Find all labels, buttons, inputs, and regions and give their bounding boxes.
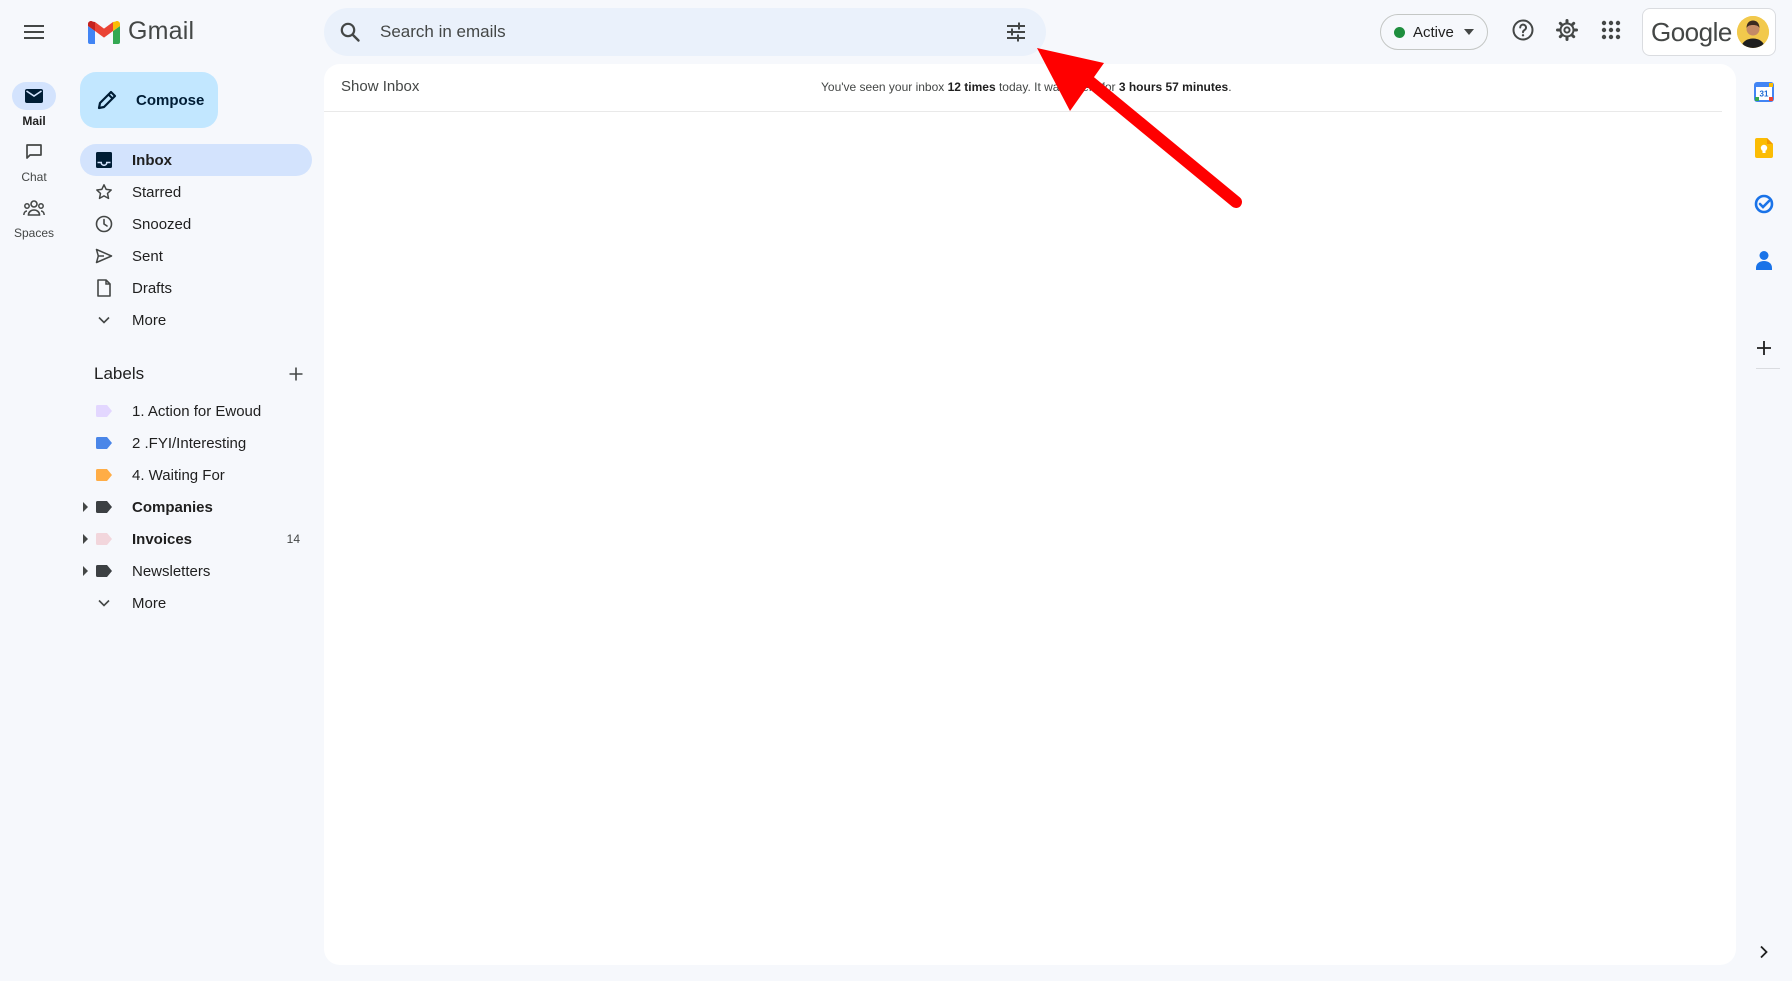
chevron-right-icon[interactable] xyxy=(1748,936,1780,968)
label-item-waiting-for[interactable]: 4. Waiting For xyxy=(80,459,312,491)
label-item-fyi-interesting[interactable]: 2 .FYI/Interesting xyxy=(80,427,312,459)
label-item-newsletters[interactable]: Newsletters xyxy=(80,555,312,587)
chevron-down-icon xyxy=(94,593,114,613)
show-inbox-link[interactable]: Show Inbox xyxy=(341,78,419,95)
labels-more[interactable]: More xyxy=(80,587,312,619)
contacts-icon[interactable] xyxy=(1748,244,1780,276)
chat-icon xyxy=(12,138,56,166)
caret-down-icon xyxy=(1463,29,1474,35)
nav-label: More xyxy=(132,311,167,329)
rail-label-spaces: Spaces xyxy=(13,226,55,240)
nav-label: Sent xyxy=(132,247,163,265)
status-label: Active xyxy=(1413,23,1454,41)
add-label-plus-icon[interactable] xyxy=(288,366,304,382)
status-dot-icon xyxy=(1394,26,1405,38)
rail-item-spaces[interactable]: Spaces xyxy=(0,194,68,250)
label-item-action-for-ewoud[interactable]: 1. Action for Ewoud xyxy=(80,395,312,427)
label-name: Newsletters xyxy=(132,562,211,580)
hamburger-menu-icon[interactable] xyxy=(14,12,54,52)
label-name: Invoices xyxy=(132,530,193,548)
label-name: 4. Waiting For xyxy=(132,466,225,484)
nav-item-snoozed[interactable]: Snoozed xyxy=(80,208,312,240)
nav-label: Snoozed xyxy=(132,215,192,233)
search-icon[interactable] xyxy=(338,20,362,44)
rail-item-chat[interactable]: Chat xyxy=(0,138,68,194)
label-name: Companies xyxy=(132,498,213,516)
labels-title: Labels xyxy=(94,364,145,383)
rail-label-chat: Chat xyxy=(21,170,47,184)
nav-item-more[interactable]: More xyxy=(80,304,312,336)
search-bar[interactable] xyxy=(324,8,1046,56)
calendar-icon[interactable]: 31 xyxy=(1748,76,1780,108)
labels-list: 1. Action for Ewoud 2 .FYI/Interesting 4… xyxy=(80,395,312,619)
nav-item-drafts[interactable]: Drafts xyxy=(80,272,312,304)
compose-label: Compose xyxy=(136,91,205,109)
top-bar: Gmail Active Google xyxy=(0,0,1792,64)
gmail-m-icon xyxy=(88,20,120,44)
banner-prefix: You've seen your inbox xyxy=(821,80,948,94)
search-input[interactable] xyxy=(380,8,960,56)
app-name: Gmail xyxy=(128,17,195,45)
main-panel: Show Inbox You've seen your inbox 12 tim… xyxy=(324,64,1736,965)
spaces-icon xyxy=(12,194,56,222)
banner-hidden: s ope xyxy=(1059,80,1089,94)
keep-icon[interactable] xyxy=(1748,132,1780,164)
chevron-down-icon xyxy=(94,310,114,330)
expand-arrow-icon[interactable] xyxy=(83,534,88,544)
compose-button[interactable]: Compose xyxy=(80,72,218,128)
banner-duration: 3 hours 57 minutes xyxy=(1118,80,1229,94)
rail-item-mail[interactable]: Mail xyxy=(0,82,68,138)
rail-label-mail: Mail xyxy=(22,114,46,128)
label-tag-icon xyxy=(94,465,114,485)
banner-times: 12 times xyxy=(947,80,996,94)
banner-middle: today. It wa xyxy=(995,80,1060,94)
banner-suffix: . xyxy=(1228,80,1232,94)
label-tag-icon xyxy=(94,561,114,581)
nav-item-starred[interactable]: Starred xyxy=(80,176,312,208)
inbox-toolbar: Show Inbox You've seen your inbox 12 tim… xyxy=(324,64,1722,112)
nav-label: Inbox xyxy=(132,151,172,169)
mail-icon xyxy=(12,82,56,110)
gmail-logo[interactable]: Gmail xyxy=(88,17,194,46)
help-icon[interactable] xyxy=(1509,16,1537,44)
label-tag-icon xyxy=(94,401,114,421)
avatar[interactable] xyxy=(1737,16,1769,48)
label-tag-icon xyxy=(94,529,114,549)
labels-header: Labels xyxy=(94,362,304,386)
label-tag-icon xyxy=(94,433,114,453)
google-wordmark: Google xyxy=(1651,16,1732,47)
search-options-icon[interactable] xyxy=(1004,20,1028,44)
mail-nav: Inbox Starred Snoozed Sent Drafts More xyxy=(80,144,312,336)
label-item-companies[interactable]: Companies xyxy=(80,491,312,523)
nav-label: Starred xyxy=(132,183,182,201)
add-addon-plus-icon[interactable] xyxy=(1748,332,1780,364)
inbox-icon xyxy=(94,150,114,170)
nav-item-sent[interactable]: Sent xyxy=(80,240,312,272)
labels-more-label: More xyxy=(132,594,167,612)
clock-icon xyxy=(94,214,114,234)
google-account-button[interactable]: Google xyxy=(1642,8,1776,56)
label-item-invoices[interactable]: Invoices 14 xyxy=(80,523,312,555)
tasks-icon[interactable] xyxy=(1748,188,1780,220)
draft-icon xyxy=(94,278,114,298)
status-selector[interactable]: Active xyxy=(1380,14,1488,50)
star-icon xyxy=(94,182,114,202)
nav-label: Drafts xyxy=(132,279,173,297)
side-panel-divider xyxy=(1756,368,1780,369)
expand-arrow-icon[interactable] xyxy=(83,502,88,512)
expand-arrow-icon[interactable] xyxy=(83,566,88,576)
inbox-usage-banner: You've seen your inbox 12 times today. I… xyxy=(821,80,1232,94)
banner-after: le for xyxy=(1088,80,1119,94)
nav-item-inbox[interactable]: Inbox xyxy=(80,144,312,176)
calendar-day: 31 xyxy=(1760,90,1769,99)
label-tag-icon xyxy=(94,497,114,517)
send-icon xyxy=(94,246,114,266)
pencil-icon xyxy=(97,90,117,110)
apps-grid-icon[interactable] xyxy=(1597,16,1625,44)
label-name: 2 .FYI/Interesting xyxy=(132,434,247,452)
label-name: 1. Action for Ewoud xyxy=(132,402,262,420)
settings-gear-icon[interactable] xyxy=(1553,16,1581,44)
unread-count: 14 xyxy=(286,532,300,546)
